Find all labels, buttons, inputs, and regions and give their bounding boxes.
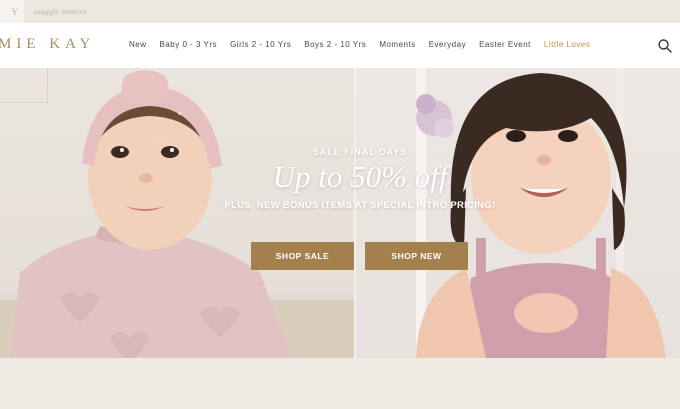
hero-banner: SALE FINAL DAYS Up to 50% off PLUS, NEW …: [0, 68, 680, 358]
nav-item-girls[interactable]: Girls 2 - 10 Yrs: [230, 40, 291, 49]
toddler-photo: [416, 73, 666, 358]
nav-item-new[interactable]: New: [129, 40, 147, 49]
below-hero-area: [0, 358, 680, 409]
sale-subline: PLUS, NEW BONUS ITEMS AT SPECIAL INTRO P…: [224, 200, 496, 211]
nav-menu: New Baby 0 - 3 Yrs Girls 2 - 10 Yrs Boys…: [129, 40, 603, 49]
brand-tab-snuggle-bunnies[interactable]: snuggle bunnies: [26, 0, 106, 23]
brand-tab-jamie-kay[interactable]: Y: [0, 0, 24, 23]
baby-photo: [10, 70, 292, 358]
hero-image-left: [0, 68, 354, 358]
brand-tab-label: snuggle bunnies: [34, 7, 87, 16]
sale-headline: Up to 50% off: [272, 159, 448, 194]
hero-promo-text: SALE FINAL DAYS Up to 50% off PLUS, NEW …: [205, 147, 515, 211]
shop-new-button[interactable]: SHOP NEW: [365, 242, 468, 270]
search-icon[interactable]: [657, 38, 673, 54]
nav-item-boys[interactable]: Boys 2 - 10 Yrs: [304, 40, 366, 49]
nav-item-everyday[interactable]: Everyday: [429, 40, 466, 49]
nav-item-little-loves[interactable]: Little Loves: [544, 40, 590, 49]
nav-item-baby[interactable]: Baby 0 - 3 Yrs: [160, 40, 218, 49]
shop-sale-button[interactable]: SHOP SALE: [251, 242, 354, 270]
brand-tabs-bar: Y snuggle bunnies: [0, 0, 680, 23]
site-logo[interactable]: MIE KAY: [0, 36, 95, 53]
nav-item-moments[interactable]: Moments: [379, 40, 415, 49]
sale-kicker: SALE FINAL DAYS: [312, 147, 408, 157]
brand-tab-label: Y: [11, 6, 20, 17]
nav-item-easter-event[interactable]: Easter Event: [479, 40, 531, 49]
main-navigation: MIE KAY New Baby 0 - 3 Yrs Girls 2 - 10 …: [0, 23, 680, 69]
hero-image-right: [356, 68, 680, 358]
